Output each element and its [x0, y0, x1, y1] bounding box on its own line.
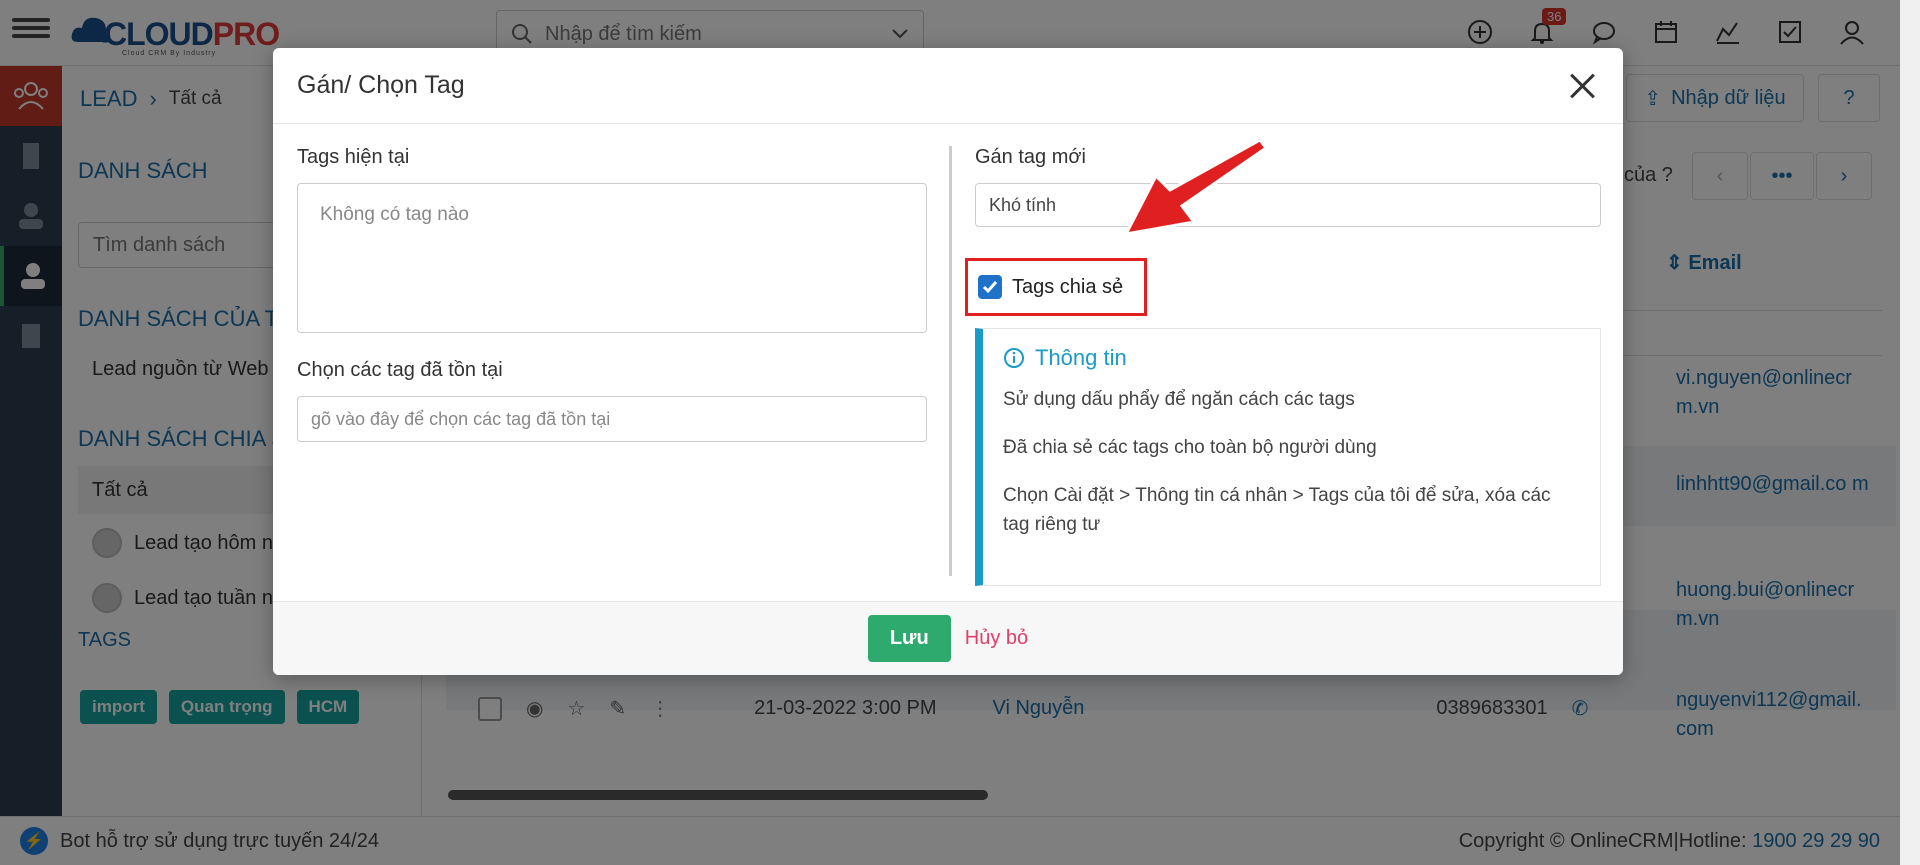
tag-dialog: Gán/ Chọn Tag Tags hiện tại Không có tag… [273, 48, 1623, 675]
dialog-title: Gán/ Chọn Tag [297, 71, 465, 99]
column-divider [949, 146, 952, 576]
info-icon [1004, 348, 1024, 368]
dialog-footer: Lưu Hủy bỏ [273, 601, 1623, 675]
new-tag-label: Gán tag mới [975, 146, 1086, 168]
info-line: Chọn Cài đặt > Thông tin cá nhân > Tags … [1003, 485, 1551, 535]
annotation-arrow-icon [1123, 138, 1269, 237]
dialog-body: Tags hiện tại Không có tag nào Chọn các … [273, 124, 1623, 601]
shared-tags-option[interactable]: Tags chia sẻ [965, 258, 1147, 316]
shared-tags-checkbox[interactable] [978, 275, 1002, 299]
current-tags-column: Tags hiện tại Không có tag nào Chọn các … [297, 146, 927, 442]
close-icon[interactable] [1567, 70, 1599, 102]
save-button[interactable]: Lưu [867, 615, 951, 662]
info-title-text: Thông tin [1035, 345, 1127, 370]
info-box: Thông tin Sử dụng dấu phẩy để ngăn cách … [975, 328, 1601, 586]
new-tag-input[interactable]: Khó tính [975, 183, 1601, 227]
current-tags-label: Tags hiện tại [297, 146, 410, 168]
cancel-button[interactable]: Hủy bỏ [965, 627, 1028, 650]
current-tags-box: Không có tag nào [297, 183, 927, 333]
new-tag-column: Gán tag mới Khó tính Tags chia sẻ Thông … [965, 146, 1601, 586]
app-root: CLOUDPRO Cloud CRM By Industry Nhập để t… [0, 0, 1920, 865]
info-line: Sử dụng dấu phẩy để ngăn cách các tags [1003, 389, 1355, 410]
no-tags-text: Không có tag nào [320, 204, 469, 225]
vertical-scrollbar[interactable] [1900, 0, 1920, 865]
choose-tags-input[interactable]: gõ vào đây để chọn các tag đã tồn tại [297, 396, 927, 442]
info-title: Thông tin [1003, 345, 1580, 371]
choose-tags-label: Chọn các tag đã tồn tại [297, 359, 503, 381]
info-line: Đã chia sẻ các tags cho toàn bộ người dù… [1003, 437, 1377, 458]
dialog-header: Gán/ Chọn Tag [273, 48, 1623, 124]
checkmark-icon [982, 281, 998, 294]
shared-tags-label[interactable]: Tags chia sẻ [1012, 276, 1123, 299]
